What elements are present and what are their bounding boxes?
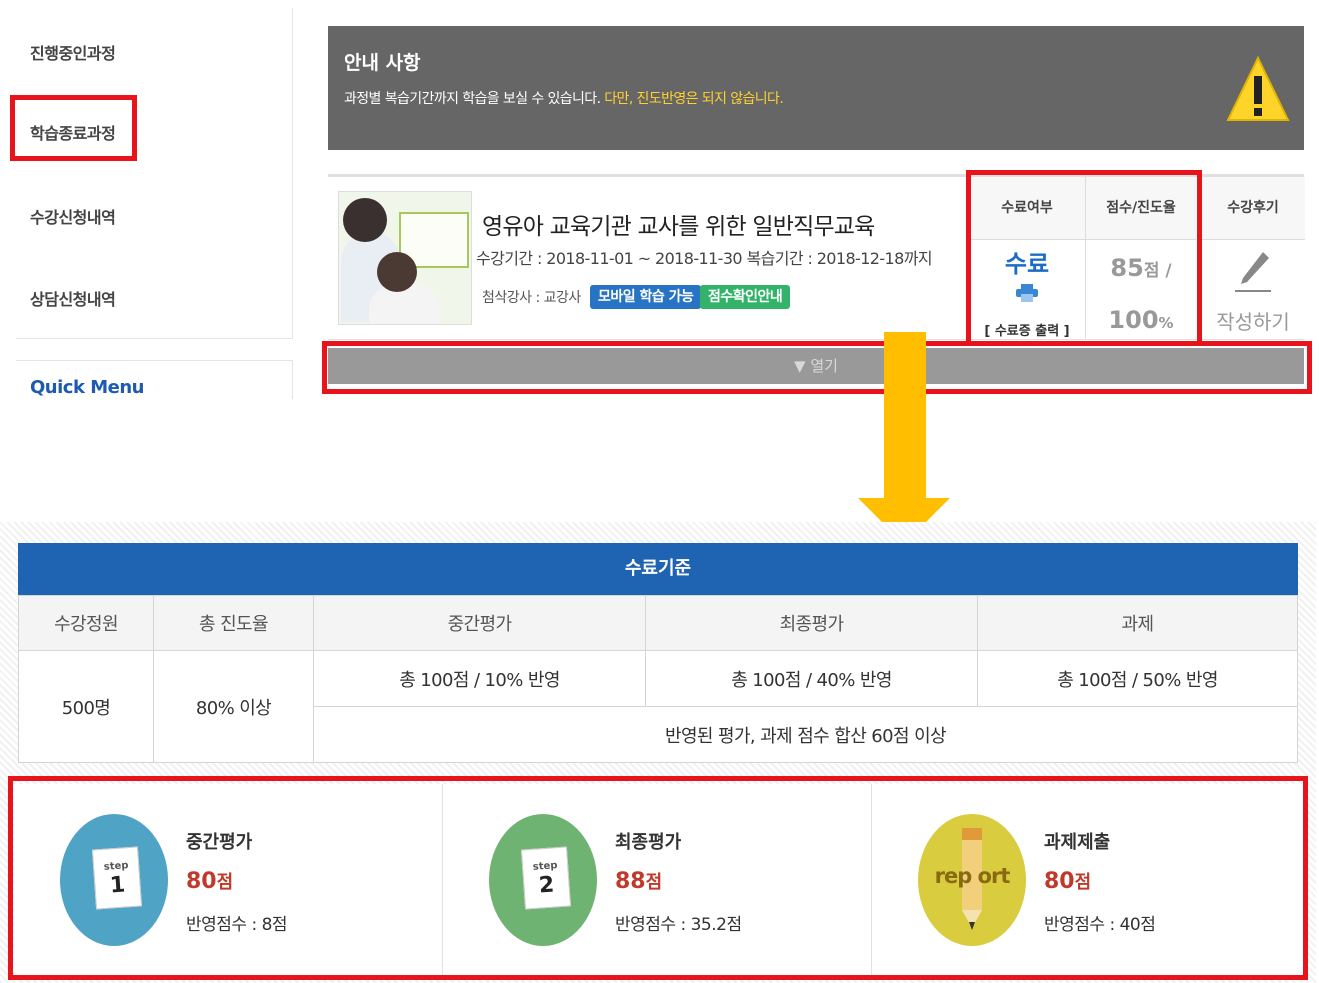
total-rule: 반영된 평가, 과제 점수 합산 60점 이상 (313, 706, 1298, 763)
score-info-button[interactable]: 점수확인안내 (700, 285, 791, 309)
write-review-link[interactable]: 작성하기 (1201, 306, 1305, 335)
sidebar-item-consultation-history[interactable]: 상담신청내역 (30, 286, 116, 310)
assignment-weight: 총 100점 / 50% 반영 (977, 650, 1298, 707)
header-capacity: 수강정원 (18, 595, 154, 651)
highlight-box-expand (322, 341, 1312, 394)
notice-text: 과정별 복습기간까지 학습을 보실 수 있습니다. 다만, 진도반영은 되지 않… (344, 88, 784, 108)
review-column-header: 수강후기 (1200, 177, 1305, 240)
notice-highlight: 다만, 진도반영은 되지 않습니다. (604, 91, 784, 107)
warning-icon (1226, 56, 1290, 121)
course-thumbnail (338, 191, 472, 325)
arrow-down-shaft (884, 332, 926, 500)
highlight-box-completed-menu (10, 95, 137, 161)
course-period: 수강기간 : 2018-11-01 ~ 2018-11-30 복습기간 : 20… (476, 249, 933, 268)
notice-message: 과정별 복습기간까지 학습을 보실 수 있습니다. (344, 91, 601, 107)
midterm-weight: 총 100점 / 10% 반영 (313, 650, 646, 707)
capacity-value: 500명 (18, 650, 154, 763)
mobile-learning-badge: 모바일 학습 가능 (590, 285, 702, 309)
notice-banner: 안내 사항 과정별 복습기간까지 학습을 보실 수 있습니다. 다만, 진도반영… (328, 26, 1304, 150)
quick-menu-label: Quick Menu (30, 377, 144, 398)
header-progress: 총 진도율 (153, 595, 314, 651)
sidebar-item-enrollment-history[interactable]: 수강신청내역 (30, 204, 116, 228)
final-weight: 총 100점 / 40% 반영 (645, 650, 978, 707)
highlight-box-steps (8, 776, 1308, 980)
header-midterm: 중간평가 (313, 595, 646, 651)
criteria-title: 수료기준 (18, 543, 1298, 595)
notice-title: 안내 사항 (344, 52, 421, 74)
progress-requirement: 80% 이상 (153, 650, 314, 763)
highlight-box-status (966, 170, 1202, 346)
course-title[interactable]: 영유아 교육기관 교사를 위한 일반직무교육 (482, 207, 875, 241)
criteria-table: 수강정원 총 진도율 중간평가 최종평가 과제 500명 80% 이상 총 10… (18, 595, 1298, 763)
header-final: 최종평가 (645, 595, 978, 651)
sidebar-item-in-progress[interactable]: 진행중인과정 (30, 40, 116, 64)
review-cell[interactable]: 작성하기 (1200, 240, 1305, 338)
course-instructor: 첨삭강사 : 교강사 (482, 290, 581, 306)
pencil-icon (1235, 252, 1271, 292)
sidebar: 진행중인과정 학습종료과정 수강신청내역 상담신청내역 (16, 8, 293, 339)
quick-menu[interactable]: Quick Menu (16, 360, 293, 399)
header-assignment: 과제 (977, 595, 1298, 651)
